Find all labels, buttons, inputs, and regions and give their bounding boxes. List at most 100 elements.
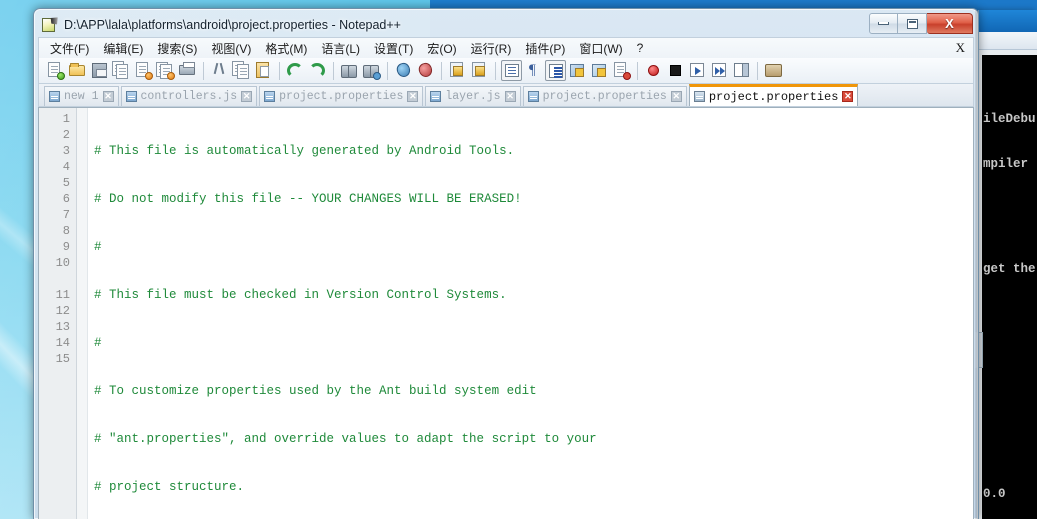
tab-project-properties-1[interactable]: project.properties ✕ xyxy=(259,86,424,106)
line-number: 6 xyxy=(62,192,70,206)
print-icon[interactable] xyxy=(177,60,198,81)
code-line: # To customize properties used by the An… xyxy=(94,384,537,398)
toolbar-separator xyxy=(387,61,388,80)
tab-new-1[interactable]: new 1 ✕ xyxy=(44,86,119,106)
menu-item-language[interactable]: 语言(L) xyxy=(314,38,367,59)
line-number: 4 xyxy=(62,160,70,174)
console-line: 0.0 xyxy=(983,487,1006,501)
menubar: 文件(F) 编辑(E) 搜索(S) 视图(V) 格式(M) 语言(L) 设置(T… xyxy=(38,37,974,58)
sync-vertical-scrolling-icon[interactable] xyxy=(447,60,468,81)
close-all-files-icon[interactable] xyxy=(155,60,176,81)
window-title: D:\APP\lala\platforms\android\project.pr… xyxy=(64,18,401,32)
tab-layer-js[interactable]: layer.js ✕ xyxy=(425,86,521,106)
code-line: # "ant.properties", and override values … xyxy=(94,432,597,446)
console-line: ileDebu xyxy=(983,112,1036,126)
record-macro-icon[interactable] xyxy=(643,60,664,81)
find-icon[interactable] xyxy=(339,60,360,81)
toolbar-separator xyxy=(637,61,638,80)
cut-icon[interactable] xyxy=(209,60,230,81)
code-line: # This file is automatically generated b… xyxy=(94,144,515,158)
menu-item-plugins[interactable]: 插件(P) xyxy=(518,38,572,59)
show-document-map-icon[interactable] xyxy=(589,60,610,81)
menu-item-view[interactable]: 视图(V) xyxy=(204,38,258,59)
fold-margin[interactable] xyxy=(77,108,88,519)
toolbar-separator xyxy=(203,61,204,80)
save-current-macro-icon[interactable] xyxy=(731,60,752,81)
toolbar-separator xyxy=(757,61,758,80)
toolbar: ¶ xyxy=(38,58,974,84)
window-edge-shadow xyxy=(975,9,978,519)
console-line: mpiler xyxy=(983,157,1029,171)
tab-label: project.properties xyxy=(279,90,404,103)
tab-close-icon[interactable]: ✕ xyxy=(102,91,114,102)
line-number: 1 xyxy=(62,112,70,126)
run-icon[interactable] xyxy=(763,60,784,81)
redo-icon[interactable] xyxy=(307,60,328,81)
close-window-button[interactable]: X xyxy=(927,13,973,34)
maximize-icon xyxy=(906,18,918,29)
menu-item-settings[interactable]: 设置(T) xyxy=(367,38,420,59)
show-all-characters-icon[interactable]: ¶ xyxy=(523,60,544,81)
play-macro-multiple-times-icon[interactable] xyxy=(709,60,730,81)
sync-horizontal-scrolling-icon[interactable] xyxy=(469,60,490,81)
play-macro-icon[interactable] xyxy=(687,60,708,81)
line-number: 5 xyxy=(62,176,70,190)
tab-close-icon[interactable]: ✕ xyxy=(670,91,682,102)
tab-close-icon[interactable]: ✕ xyxy=(842,91,854,102)
tab-label: project.properties xyxy=(542,90,667,103)
line-number: 15 xyxy=(55,352,70,366)
stop-recording-macro-icon[interactable] xyxy=(665,60,686,81)
menu-item-window[interactable]: 窗口(W) xyxy=(572,38,629,59)
copy-icon[interactable] xyxy=(231,60,252,81)
menu-item-format[interactable]: 格式(M) xyxy=(258,38,314,59)
editor-area[interactable]: 1 2 3 4 5 6 7 8 9 10 11 12 13 14 15 # Th… xyxy=(38,107,974,519)
tab-label: new 1 xyxy=(64,90,99,103)
console-titlebar xyxy=(979,10,1037,32)
minimize-button[interactable] xyxy=(869,13,898,34)
zoom-in-icon[interactable] xyxy=(393,60,414,81)
indent-guide-icon[interactable] xyxy=(545,60,566,81)
console-spacer xyxy=(982,307,1037,457)
console-line: get the xyxy=(983,262,1036,276)
paste-icon[interactable] xyxy=(253,60,274,81)
save-icon[interactable] xyxy=(89,60,110,81)
tab-close-icon[interactable]: ✕ xyxy=(504,91,516,102)
line-number: 11 xyxy=(55,288,70,302)
user-defined-language-icon[interactable] xyxy=(567,60,588,81)
menu-item-run[interactable]: 运行(R) xyxy=(464,38,519,59)
menu-item-macro[interactable]: 宏(O) xyxy=(420,38,463,59)
code-line: # project structure. xyxy=(94,480,245,494)
tab-project-properties-active[interactable]: project.properties ✕ xyxy=(688,84,859,106)
toolbar-separator xyxy=(495,61,496,80)
line-number: 13 xyxy=(55,320,70,334)
zoom-out-icon[interactable] xyxy=(415,60,436,81)
function-list-icon[interactable] xyxy=(611,60,632,81)
tab-controllers-js[interactable]: controllers.js ✕ xyxy=(120,86,258,106)
code-line: # xyxy=(94,336,102,350)
save-all-icon[interactable] xyxy=(111,60,132,81)
menu-item-file[interactable]: 文件(F) xyxy=(43,38,96,59)
menu-item-help[interactable]: ? xyxy=(630,39,651,57)
background-console-window[interactable]: ileDebu mpiler get the 0.0 xyxy=(975,10,1037,519)
titlebar[interactable]: D:\APP\lala\platforms\android\project.pr… xyxy=(38,13,974,37)
close-document-button[interactable]: X xyxy=(956,40,965,56)
line-number: 3 xyxy=(62,144,70,158)
menu-item-edit[interactable]: 编辑(E) xyxy=(96,38,150,59)
close-file-icon[interactable] xyxy=(133,60,154,81)
code-content[interactable]: # This file is automatically generated b… xyxy=(88,108,973,519)
word-wrap-icon[interactable] xyxy=(501,60,522,81)
line-number-wrap xyxy=(39,271,76,287)
tab-close-icon[interactable]: ✕ xyxy=(241,91,253,102)
replace-icon[interactable] xyxy=(361,60,382,81)
maximize-button[interactable] xyxy=(898,13,927,34)
new-file-icon[interactable] xyxy=(45,60,66,81)
tab-close-icon[interactable]: ✕ xyxy=(407,91,419,102)
toolbar-separator xyxy=(441,61,442,80)
line-number-gutter: 1 2 3 4 5 6 7 8 9 10 11 12 13 14 15 xyxy=(39,108,77,519)
open-file-icon[interactable] xyxy=(67,60,88,81)
menu-item-search[interactable]: 搜索(S) xyxy=(150,38,204,59)
saved-document-icon xyxy=(693,91,705,102)
line-number: 14 xyxy=(55,336,70,350)
tab-project-properties-2[interactable]: project.properties ✕ xyxy=(522,86,687,106)
undo-icon[interactable] xyxy=(285,60,306,81)
